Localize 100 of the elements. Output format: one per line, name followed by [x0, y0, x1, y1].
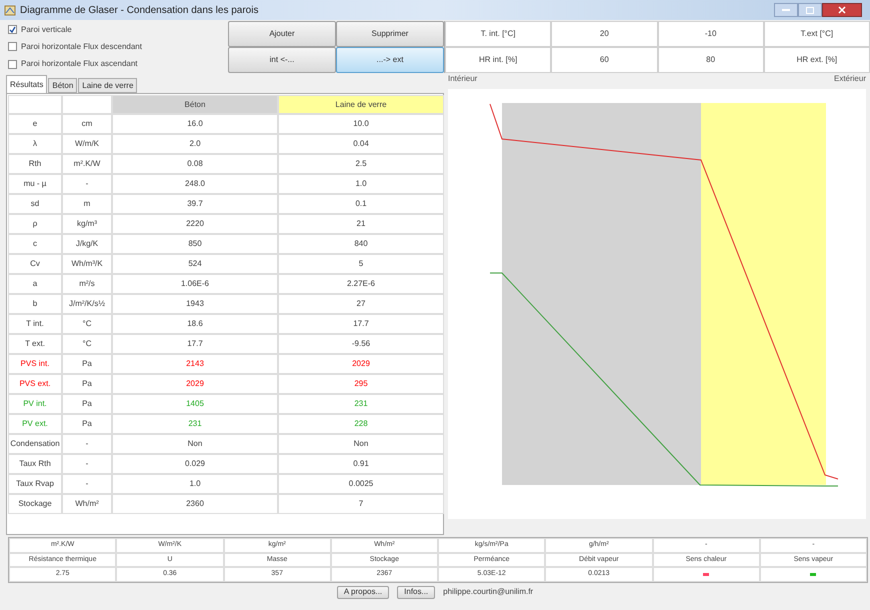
button[interactable]: A propos...: [336, 586, 390, 598]
field-label: HR ext. [%]: [764, 47, 870, 73]
table-cell: 10.0: [278, 114, 444, 134]
table-cell: 2.0: [112, 134, 278, 154]
email-text: philippe.courtin@unilim.fr: [443, 586, 534, 598]
table-cell: 2029: [112, 374, 278, 394]
table-cell: 2220: [112, 214, 278, 234]
table-cell: 2.5: [278, 154, 444, 174]
table-cell: 231: [112, 414, 278, 434]
table-cell: PVS int.: [8, 354, 62, 374]
table-cell: 39.7: [112, 194, 278, 214]
table-cell: PVS ext.: [8, 374, 62, 394]
table-cell: -: [62, 474, 112, 494]
input-field[interactable]: 20: [551, 21, 658, 47]
button[interactable]: ...-> ext: [336, 47, 444, 73]
table-cell: -: [62, 434, 112, 454]
table-cell: λ: [8, 134, 62, 154]
header-cell: [62, 95, 112, 114]
table-cell: c: [8, 234, 62, 254]
tab[interactable]: Résultats: [6, 75, 48, 93]
input-field[interactable]: -10: [658, 21, 764, 47]
table-cell: kg/m³: [62, 214, 112, 234]
close-button[interactable]: [822, 3, 862, 17]
table-cell: Non: [112, 434, 278, 454]
table-cell: 27: [278, 294, 444, 314]
table-cell: 17.7: [278, 314, 444, 334]
input-field[interactable]: 60: [551, 47, 658, 73]
checkbox-label: Paroi horizontale Flux descendant: [21, 40, 142, 53]
table-cell: W/m/K: [62, 134, 112, 154]
table-cell: sd: [8, 194, 62, 214]
table-cell: a: [8, 274, 62, 294]
table-cell: 0.0025: [278, 474, 444, 494]
table-cell: -: [62, 454, 112, 474]
checkbox[interactable]: [8, 42, 17, 52]
table-cell: PV ext.: [8, 414, 62, 434]
table-cell: Wh/m²: [62, 494, 112, 514]
table-cell: 295: [278, 374, 444, 394]
table-cell: Pa: [62, 394, 112, 414]
checkbox-label: Paroi verticale: [21, 24, 72, 36]
table-cell: e: [8, 114, 62, 134]
field-label: T. int. [°C]: [445, 21, 552, 47]
checkbox-label: Paroi horizontale Flux ascendant: [21, 58, 138, 70]
checkbox[interactable]: [8, 25, 17, 34]
button[interactable]: Infos...: [397, 586, 436, 598]
table-cell: 0.029: [112, 454, 278, 474]
tab[interactable]: Laine de verre: [78, 78, 138, 93]
maximize-button[interactable]: [798, 3, 822, 17]
input-field[interactable]: 80: [658, 47, 764, 73]
table-cell: 1943: [112, 294, 278, 314]
table-cell: 18.6: [112, 314, 278, 334]
table-cell: °C: [62, 334, 112, 354]
table-cell: 0.1: [278, 194, 444, 214]
column-header: Béton: [112, 95, 278, 114]
minimize-button[interactable]: [774, 3, 798, 17]
table-cell: 2.27E-6: [278, 274, 444, 294]
table-cell: 231: [278, 394, 444, 414]
table-cell: Taux Rvap: [8, 474, 62, 494]
table-cell: 248.0: [112, 174, 278, 194]
column-header: Laine de verre: [278, 95, 444, 114]
table-cell: 2143: [112, 354, 278, 374]
field-label: HR int. [%]: [445, 47, 552, 73]
table-cell: Pa: [62, 374, 112, 394]
table-cell: 1.0: [278, 174, 444, 194]
table-cell: Rth: [8, 154, 62, 174]
table-cell: 5: [278, 254, 444, 274]
table-cell: 0.04: [278, 134, 444, 154]
table-cell: 1.0: [112, 474, 278, 494]
table-cell: Non: [278, 434, 444, 454]
table-cell: Pa: [62, 354, 112, 374]
table-cell: 228: [278, 414, 444, 434]
table-cell: 0.91: [278, 454, 444, 474]
table-cell: 2029: [278, 354, 444, 374]
table-cell: -: [62, 174, 112, 194]
button[interactable]: int <-...: [228, 47, 336, 73]
app-icon: [4, 4, 16, 16]
table-cell: m².K/W: [62, 154, 112, 174]
table-cell: cm: [62, 114, 112, 134]
table-cell: J/kg/K: [62, 234, 112, 254]
table-cell: 2360: [112, 494, 278, 514]
table-cell: T ext.: [8, 334, 62, 354]
table-cell: ρ: [8, 214, 62, 234]
maximize-icon: [806, 6, 814, 14]
checkbox[interactable]: [8, 60, 17, 69]
table-cell: 7: [278, 494, 444, 514]
button[interactable]: Supprimer: [336, 21, 444, 47]
table-cell: °C: [62, 314, 112, 334]
table-cell: m: [62, 194, 112, 214]
table-cell: 16.0: [112, 114, 278, 134]
table-cell: Cv: [8, 254, 62, 274]
button[interactable]: Ajouter: [228, 21, 336, 47]
table-cell: 21: [278, 214, 444, 234]
minimize-icon: [782, 8, 790, 12]
table-cell: mu - µ: [8, 174, 62, 194]
table-cell: J/m²/K/s½: [62, 294, 112, 314]
table-cell: T int.: [8, 314, 62, 334]
tab[interactable]: Béton: [48, 78, 78, 93]
table-cell: Taux Rth: [8, 454, 62, 474]
table-cell: 0.08: [112, 154, 278, 174]
table-cell: m²/s: [62, 274, 112, 294]
diagram-label: Extérieur: [834, 73, 866, 85]
